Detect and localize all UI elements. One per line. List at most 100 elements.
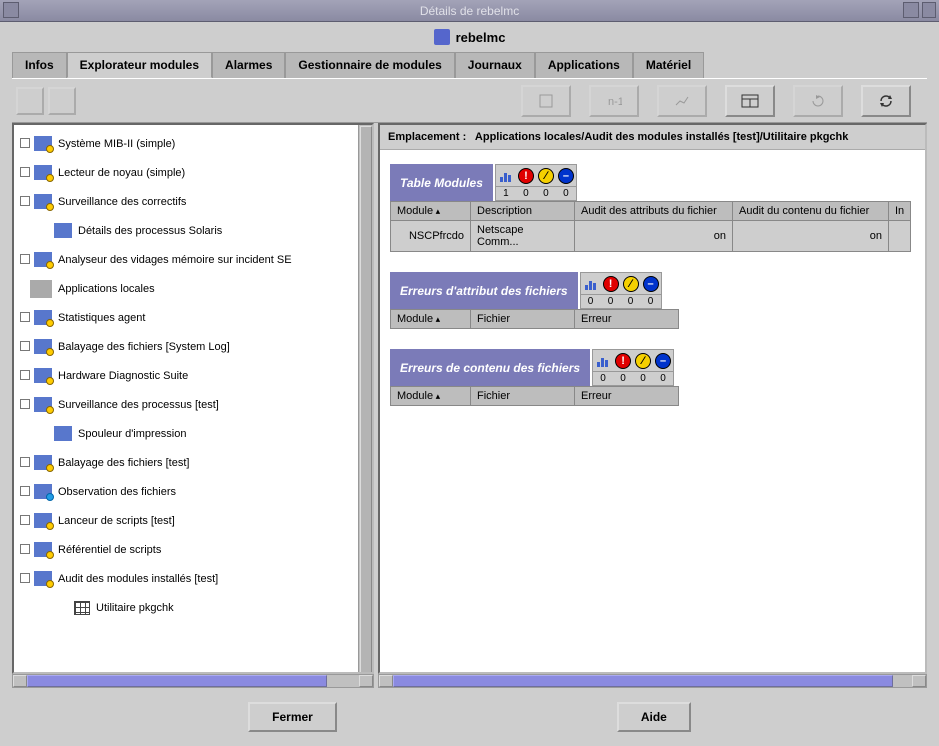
tool-view-button[interactable]	[725, 85, 775, 117]
tree-item[interactable]: Surveillance des correctifs	[16, 187, 370, 216]
tree-toggle-icon[interactable]	[20, 573, 32, 585]
tree-item[interactable]: Applications locales	[16, 274, 370, 303]
tree-item[interactable]: Lecteur de noyau (simple)	[16, 158, 370, 187]
tree-item[interactable]: Détails des processus Solaris	[16, 216, 370, 245]
tree-toggle-icon[interactable]	[20, 544, 32, 556]
module-icon	[34, 339, 52, 354]
module-icon	[34, 397, 52, 412]
tree-toggle-icon[interactable]	[20, 515, 32, 527]
scroll-right-icon[interactable]	[359, 675, 373, 687]
bars-icon	[593, 350, 613, 371]
tree-item[interactable]: Audit des modules installés [test]	[16, 564, 370, 593]
toolbar: n-1	[12, 79, 927, 123]
location-bar: Emplacement : Applications locales/Audit…	[380, 125, 925, 150]
tree-toggle-icon[interactable]	[20, 457, 32, 469]
tree-item[interactable]: Surveillance des processus [test]	[16, 390, 370, 419]
help-button[interactable]: Aide	[617, 702, 691, 732]
tree-toggle-icon[interactable]	[20, 167, 32, 179]
tab-module-manager[interactable]: Gestionnaire de modules	[285, 52, 454, 78]
col-module[interactable]: Module	[391, 202, 471, 221]
close-button[interactable]: Fermer	[248, 702, 337, 732]
section-title-attr-errors: Erreurs d'attribut des fichiers	[390, 272, 578, 309]
tree-horizontal-scrollbar[interactable]	[12, 674, 374, 688]
col-audit-attr[interactable]: Audit des attributs du fichier	[575, 202, 733, 221]
scroll-left-icon[interactable]	[379, 675, 393, 687]
tree-toggle-icon[interactable]	[20, 196, 32, 208]
scroll-left-icon[interactable]	[13, 675, 27, 687]
table-row[interactable]: NSCPfrcdo Netscape Comm... on on	[391, 221, 911, 252]
col-module[interactable]: Module	[391, 310, 471, 329]
scroll-right-icon[interactable]	[912, 675, 926, 687]
title-bar: Détails de rebelmc	[0, 0, 939, 22]
tree-item-label: Audit des modules installés [test]	[58, 573, 218, 585]
tool-reload-button	[793, 85, 843, 117]
tree-item[interactable]: Référentiel de scripts	[16, 535, 370, 564]
tree-toggle-icon[interactable]	[20, 341, 32, 353]
col-file[interactable]: Fichier	[471, 310, 575, 329]
tree-item[interactable]: Spouleur d'impression	[16, 419, 370, 448]
tree-item[interactable]: Hardware Diagnostic Suite	[16, 361, 370, 390]
content-horizontal-scrollbar[interactable]	[378, 674, 927, 688]
tab-logs[interactable]: Journaux	[455, 52, 535, 78]
tree-item-label: Observation des fichiers	[58, 486, 176, 498]
module-blue-icon	[34, 484, 52, 499]
table-modules[interactable]: Module Description Audit des attributs d…	[390, 201, 911, 252]
col-file[interactable]: Fichier	[471, 387, 575, 406]
table-icon	[74, 601, 90, 615]
col-module[interactable]: Module	[391, 387, 471, 406]
alarm-warning-icon: ∕	[621, 273, 641, 294]
apps-icon	[30, 280, 52, 298]
tab-hardware[interactable]: Matériel	[633, 52, 704, 78]
module-icon	[34, 252, 52, 267]
col-audit-content[interactable]: Audit du contenu du fichier	[733, 202, 889, 221]
tree-item[interactable]: Balayage des fichiers [System Log]	[16, 332, 370, 361]
tree-toggle-icon[interactable]	[20, 312, 32, 324]
section-title-content-errors: Erreurs de contenu des fichiers	[390, 349, 590, 386]
status-count-3: 0	[556, 186, 576, 200]
col-error[interactable]: Erreur	[575, 387, 679, 406]
status-count-0: 0	[581, 294, 601, 308]
table-content-errors[interactable]: Module Fichier Erreur	[390, 386, 679, 406]
tree-vertical-scrollbar[interactable]	[358, 125, 372, 672]
tree-toggle-icon	[40, 428, 52, 440]
window-menu-icon[interactable]	[3, 2, 19, 18]
tree-item[interactable]: Système MIB-II (simple)	[16, 129, 370, 158]
tree-toggle-icon[interactable]	[20, 370, 32, 382]
maximize-icon[interactable]	[903, 2, 919, 18]
tree-item-label: Référentiel de scripts	[58, 544, 161, 556]
tree-item[interactable]: Utilitaire pkgchk	[16, 593, 370, 622]
col-error[interactable]: Erreur	[575, 310, 679, 329]
status-count-1: 0	[601, 294, 621, 308]
col-in[interactable]: In	[889, 202, 911, 221]
tree-item[interactable]: Statistiques agent	[16, 303, 370, 332]
col-description[interactable]: Description	[471, 202, 575, 221]
module-tree[interactable]: Système MIB-II (simple)Lecteur de noyau …	[12, 123, 374, 674]
alarm-info-icon: –	[556, 165, 576, 186]
tab-infos[interactable]: Infos	[12, 52, 67, 78]
tree-item[interactable]: Analyseur des vidages mémoire sur incide…	[16, 245, 370, 274]
tree-item-label: Détails des processus Solaris	[78, 225, 222, 237]
host-icon	[434, 29, 450, 45]
tree-item-label: Utilitaire pkgchk	[96, 602, 174, 614]
minimize-icon[interactable]	[922, 2, 936, 18]
tab-alarms[interactable]: Alarmes	[212, 52, 285, 78]
tree-toggle-icon[interactable]	[20, 399, 32, 411]
module-icon	[34, 571, 52, 586]
status-count-3: 0	[641, 294, 661, 308]
tool-refresh-button[interactable]	[861, 85, 911, 117]
tree-item-label: Balayage des fichiers [System Log]	[58, 341, 230, 353]
tree-item[interactable]: Observation des fichiers	[16, 477, 370, 506]
tab-applications[interactable]: Applications	[535, 52, 633, 78]
table-attr-errors[interactable]: Module Fichier Erreur	[390, 309, 679, 329]
status-indicators: 0 !0 ∕0 –0	[580, 272, 662, 309]
tree-toggle-icon[interactable]	[20, 254, 32, 266]
module-icon	[34, 310, 52, 325]
tab-module-explorer[interactable]: Explorateur modules	[67, 52, 212, 78]
tree-toggle-icon[interactable]	[20, 138, 32, 150]
status-indicators: 1 !0 ∕0 –0	[495, 164, 577, 201]
tree-item[interactable]: Balayage des fichiers [test]	[16, 448, 370, 477]
tree-toggle-icon[interactable]	[20, 486, 32, 498]
tree-item-label: Applications locales	[58, 283, 155, 295]
tree-item[interactable]: Lanceur de scripts [test]	[16, 506, 370, 535]
alarm-critical-icon: !	[613, 350, 633, 371]
